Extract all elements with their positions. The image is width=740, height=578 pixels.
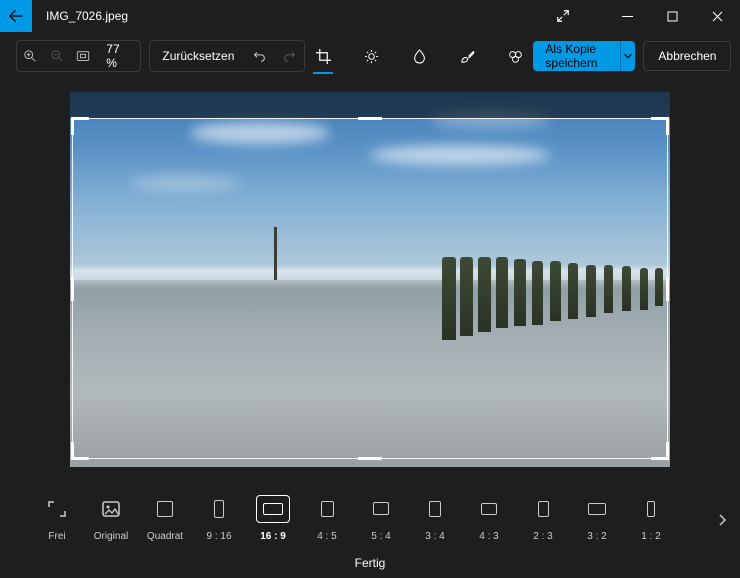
zoom-out-button[interactable]: [43, 41, 69, 71]
ratio-option[interactable]: 5 : 4: [354, 495, 408, 542]
ratio-label: 1 : 2: [641, 531, 660, 542]
ratio-label: 2 : 3: [533, 531, 552, 542]
markup-tab[interactable]: [453, 36, 481, 76]
ratio-icon: [202, 495, 236, 523]
filename-label: IMG_7026.jpeg: [46, 9, 128, 23]
ratio-option[interactable]: 4 : 5: [300, 495, 354, 542]
crop-handle-tr[interactable]: [651, 117, 669, 135]
ratio-option[interactable]: 9 : 16: [192, 495, 246, 542]
ratio-label: Original: [94, 531, 128, 542]
save-dropdown-button[interactable]: [620, 41, 636, 71]
ratio-icon: [40, 495, 74, 523]
crop-dim-overlay: [70, 92, 670, 118]
adjust-tab[interactable]: [357, 36, 385, 76]
image-canvas[interactable]: [70, 92, 670, 467]
crop-handle-br[interactable]: [651, 442, 669, 460]
filter-tab[interactable]: [405, 36, 433, 76]
crop-handle-right[interactable]: [666, 277, 669, 301]
ratio-option[interactable]: 4 : 3: [462, 495, 516, 542]
zoom-group: 77 %: [16, 40, 141, 72]
crop-handle-bottom[interactable]: [358, 457, 382, 460]
ratio-icon: [256, 495, 290, 523]
ratio-option[interactable]: 2 : 3: [516, 495, 570, 542]
crop-frame[interactable]: [72, 118, 668, 459]
save-button[interactable]: Als Kopie speichern: [533, 41, 619, 71]
ratio-icon: [580, 495, 614, 523]
ratio-icon: [148, 495, 182, 523]
ratio-icon: [634, 495, 668, 523]
expand-icon[interactable]: [540, 0, 585, 32]
ratio-label: Quadrat: [147, 531, 183, 542]
ratio-option[interactable]: 16 : 9: [246, 495, 300, 542]
ratio-label: 9 : 16: [206, 531, 231, 542]
back-button[interactable]: [0, 0, 32, 32]
save-split-button: Als Kopie speichern: [533, 41, 635, 71]
ratio-label: 4 : 3: [479, 531, 498, 542]
crop-handle-top[interactable]: [358, 117, 382, 120]
ratio-scroll-right[interactable]: [712, 510, 732, 530]
minimize-button[interactable]: [605, 0, 650, 32]
zoom-in-button[interactable]: [17, 41, 43, 71]
redo-button[interactable]: [274, 41, 304, 71]
crop-tab[interactable]: [309, 36, 337, 76]
undo-button[interactable]: [244, 41, 274, 71]
done-button[interactable]: Fertig: [0, 556, 740, 570]
action-buttons: Als Kopie speichern Abbrechen: [533, 41, 731, 71]
ratio-icon: [310, 495, 344, 523]
ratio-option[interactable]: 3 : 4: [408, 495, 462, 542]
reset-button[interactable]: Zurücksetzen: [150, 49, 244, 63]
maximize-button[interactable]: [650, 0, 695, 32]
crop-handle-left[interactable]: [71, 277, 74, 301]
ratio-label: 4 : 5: [317, 531, 336, 542]
ratio-option[interactable]: Frei: [30, 495, 84, 542]
crop-handle-tl[interactable]: [71, 117, 89, 135]
titlebar: IMG_7026.jpeg: [0, 0, 740, 32]
cancel-button[interactable]: Abbrechen: [643, 41, 731, 71]
ratio-option[interactable]: Original: [84, 495, 138, 542]
ratio-icon: [526, 495, 560, 523]
ratio-icon: [418, 495, 452, 523]
crop-handle-bl[interactable]: [71, 442, 89, 460]
toolbar: 77 % Zurücksetzen Als Kopie speichern: [0, 32, 740, 80]
fit-screen-button[interactable]: [70, 41, 96, 71]
aspect-ratio-strip: Frei Original Quadrat 9 : 16 16 : 9 4 : 5 5 : …: [0, 488, 740, 548]
ratio-label: Frei: [48, 531, 65, 542]
ratio-label: 3 : 2: [587, 531, 606, 542]
ratio-icon: [364, 495, 398, 523]
retouch-tab[interactable]: [501, 36, 529, 76]
ratio-icon: [472, 495, 506, 523]
ratio-option[interactable]: 1 : 2: [624, 495, 678, 542]
ratio-label: 16 : 9: [260, 531, 286, 542]
zoom-level-label[interactable]: 77 %: [96, 42, 140, 70]
reset-group: Zurücksetzen: [149, 40, 305, 72]
edit-mode-tabs: [309, 36, 529, 76]
ratio-label: 5 : 4: [371, 531, 390, 542]
ratio-label: 3 : 4: [425, 531, 444, 542]
ratio-option[interactable]: 3 : 2: [570, 495, 624, 542]
ratio-icon: [94, 495, 128, 523]
ratio-option[interactable]: Quadrat: [138, 495, 192, 542]
close-button[interactable]: [695, 0, 740, 32]
